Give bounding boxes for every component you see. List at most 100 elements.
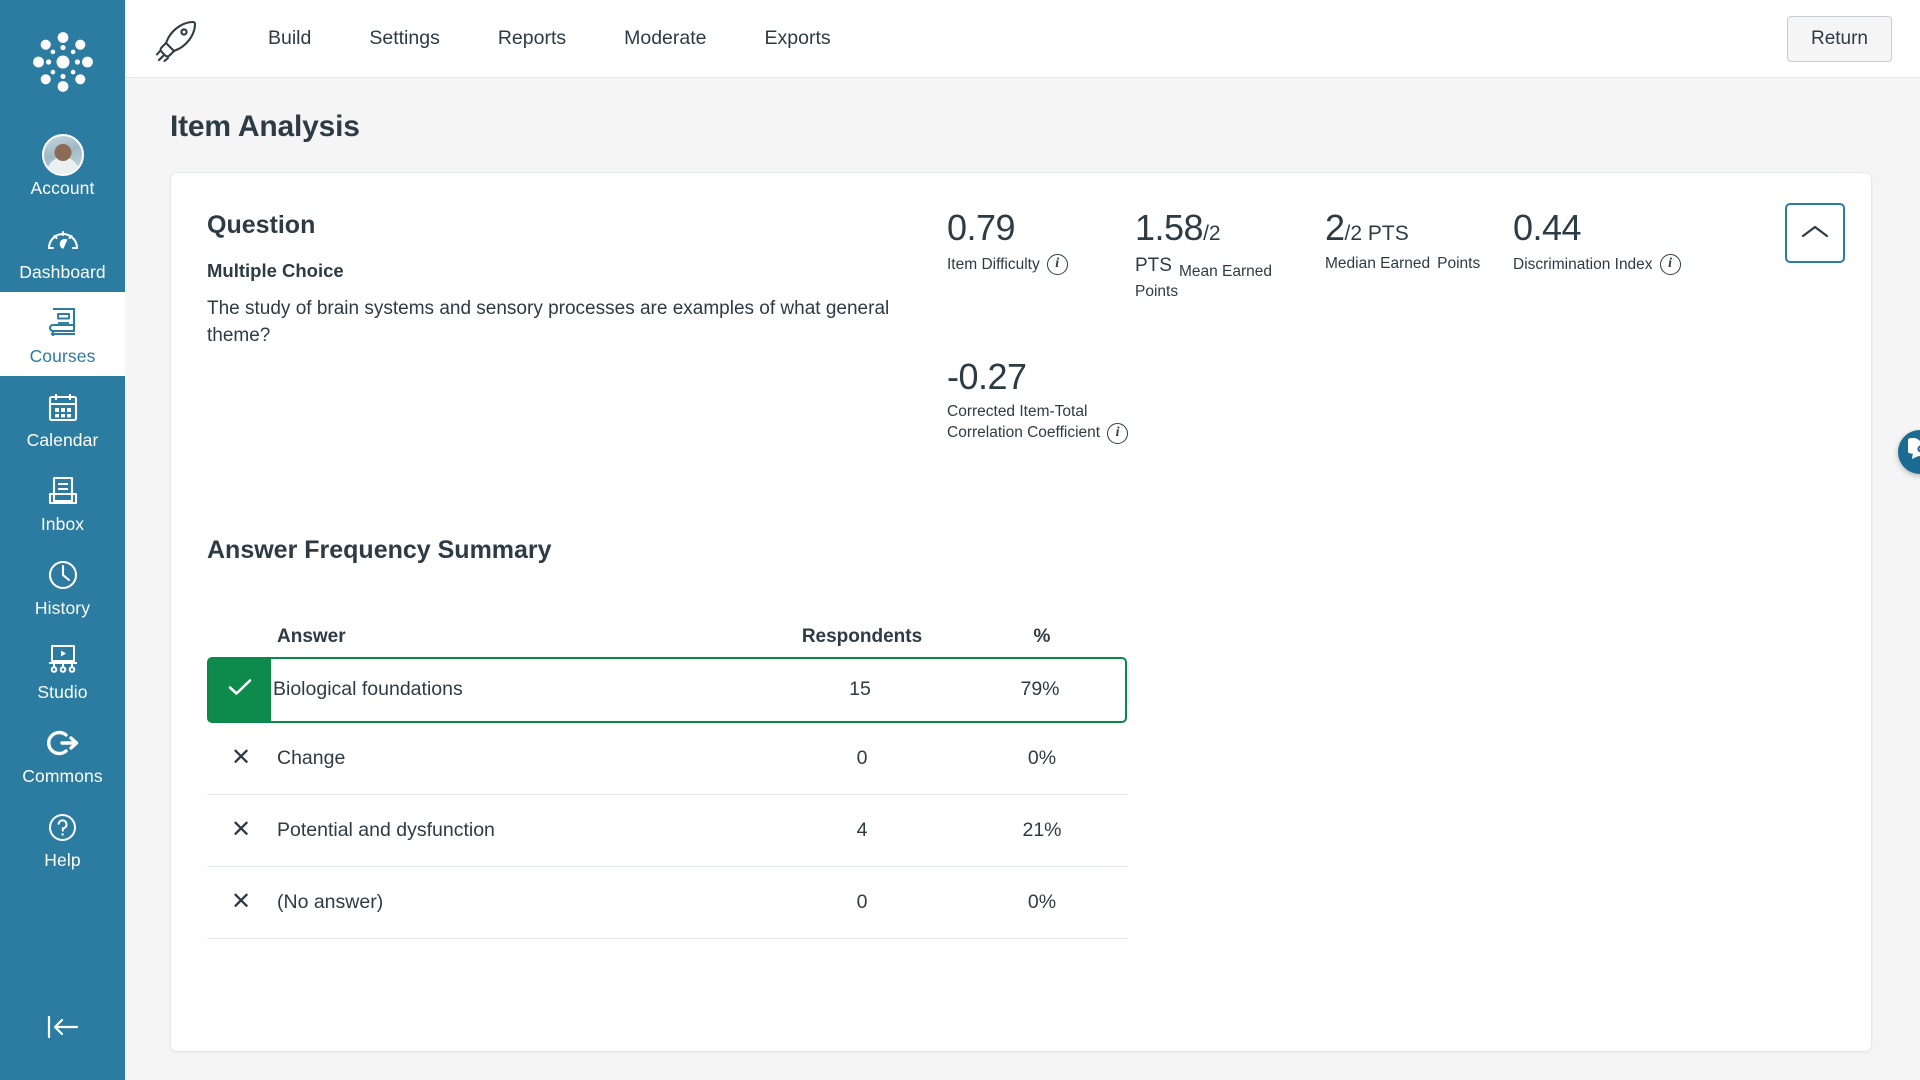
tab-reports[interactable]: Reports	[469, 17, 595, 60]
statistics-row-primary: 0.79 Item Difficulty i 1.58/2 PTS Mean E…	[947, 203, 1845, 303]
stat-value: -0.27	[947, 355, 1027, 397]
tab-exports[interactable]: Exports	[736, 17, 860, 60]
tab-settings[interactable]: Settings	[340, 17, 468, 60]
return-button[interactable]: Return	[1786, 15, 1892, 62]
sidebar-item-inbox[interactable]: Inbox	[0, 460, 125, 544]
x-icon: ✕	[230, 744, 252, 772]
table-header-row: Answer Respondents %	[207, 617, 1127, 657]
question-circle-icon	[47, 807, 78, 847]
avatar-icon	[41, 134, 84, 176]
sidebar-item-account[interactable]: Account	[0, 124, 125, 208]
stat-caption-line: Discrimination Index	[1513, 255, 1653, 273]
sidebar-item-label: Courses	[29, 346, 96, 366]
sidebar-item-label: Inbox	[40, 514, 85, 534]
main-content: Build Settings Reports Moderate Exports …	[125, 0, 1920, 1080]
stat-caption: Discrimination Index i	[1513, 253, 1689, 275]
sidebar-item-label: Dashboard	[19, 262, 106, 282]
table-row[interactable]: ✕ Potential and dysfunction 4 21%	[207, 795, 1127, 867]
tab-moderate[interactable]: Moderate	[595, 17, 735, 60]
global-navigation-sidebar: Account Dashboard Courses Calendar Inbox…	[0, 0, 125, 1080]
correct-answer-marker	[209, 658, 271, 721]
studio-icon	[47, 639, 79, 679]
table-row[interactable]: ✕ (No answer) 0 0%	[207, 867, 1127, 939]
inbox-icon	[48, 471, 78, 511]
answer-text: Change	[277, 746, 346, 769]
statistics-row-secondary: -0.27 Corrected Item-Total Correlation C…	[947, 355, 1845, 444]
stat-mean-earned-points: 1.58/2 PTS Mean Earned Points	[1135, 209, 1325, 303]
table-row[interactable]: ✕ Change 0 0%	[207, 723, 1127, 795]
stat-caption-line: PTS	[1135, 254, 1172, 276]
sidebar-item-studio[interactable]: Studio	[0, 628, 125, 712]
stat-caption-line: Corrected Item-Total	[947, 403, 1088, 421]
sidebar-item-label: Calendar	[26, 430, 99, 450]
chat-bubble-icon	[1903, 437, 1920, 467]
sidebar-item-history[interactable]: History	[0, 544, 125, 628]
statistics-panel: 0.79 Item Difficulty i 1.58/2 PTS Mean E…	[947, 203, 1845, 444]
stat-caption-line: Points	[1135, 283, 1179, 301]
stat-caption: Median Earned Points	[1325, 254, 1489, 274]
calendar-icon	[47, 387, 79, 427]
stat-caption-line: Median Earned	[1325, 254, 1431, 272]
sidebar-item-commons[interactable]: Commons	[0, 712, 125, 796]
question-block: Question Multiple Choice The study of br…	[207, 207, 947, 444]
stat-value: 0.44	[1513, 207, 1582, 248]
collapse-left-arrow-icon	[43, 1013, 83, 1046]
commons-icon	[46, 723, 80, 763]
stat-caption-line: Correlation Coefficient	[947, 424, 1101, 442]
stat-caption: Item Difficulty i	[947, 253, 1111, 275]
info-icon[interactable]: i	[1046, 253, 1068, 275]
support-chat-button[interactable]	[1898, 430, 1920, 474]
stat-discrimination-index: 0.44 Discrimination Index i	[1513, 209, 1713, 303]
stat-value-units: PTS	[1362, 222, 1409, 245]
table-header-answer: Answer	[277, 625, 346, 647]
stat-value-suffix: /2	[1203, 222, 1221, 245]
stat-median-earned-points: 2/2 PTS Median Earned Points	[1325, 209, 1513, 303]
answer-frequency-table: Answer Respondents % Biological foundati…	[207, 617, 1127, 939]
tab-build[interactable]: Build	[239, 17, 340, 60]
canvas-logo-icon[interactable]	[27, 26, 99, 98]
stat-caption-line: Points	[1437, 254, 1481, 272]
sidebar-item-label: Commons	[22, 766, 103, 786]
incorrect-answer-marker: ✕	[207, 746, 275, 770]
stat-corrected-item-total-correlation: -0.27 Corrected Item-Total Correlation C…	[947, 355, 1277, 444]
stat-value-suffix: /2	[1344, 222, 1363, 245]
info-icon[interactable]: i	[1107, 422, 1129, 444]
rocket-icon	[155, 16, 201, 62]
answer-text: (No answer)	[277, 890, 384, 913]
incorrect-answer-marker: ✕	[207, 890, 275, 914]
stat-caption-line: Mean Earned	[1178, 263, 1273, 281]
question-type: Multiple Choice	[207, 260, 344, 281]
respondents-count: 0	[856, 746, 868, 769]
x-icon: ✕	[230, 888, 252, 916]
stat-value: 2/2 PTS	[1325, 207, 1409, 248]
page-title: Item Analysis	[170, 110, 360, 143]
stat-caption-line: Item Difficulty	[947, 255, 1040, 273]
info-icon[interactable]: i	[1659, 253, 1681, 275]
sidebar-item-courses[interactable]: Courses	[0, 292, 125, 376]
sidebar-item-calendar[interactable]: Calendar	[0, 376, 125, 460]
question-text: The study of brain systems and sensory p…	[207, 298, 890, 346]
quiz-tabs: Build Settings Reports Moderate Exports	[239, 17, 860, 60]
sidebar-collapse-button[interactable]	[0, 1013, 125, 1080]
answer-text: Potential and dysfunction	[277, 818, 495, 841]
x-icon: ✕	[230, 816, 252, 844]
stat-caption: Corrected Item-Total Correlation Coeffic…	[947, 402, 1253, 444]
table-header-percent: %	[1033, 625, 1051, 647]
percent-value: 21%	[1022, 818, 1062, 841]
stat-item-difficulty: 0.79 Item Difficulty i	[947, 209, 1135, 303]
answer-frequency-summary-title: Answer Frequency Summary	[207, 535, 552, 564]
question-heading: Question	[207, 211, 316, 239]
quiz-toolbar: Build Settings Reports Moderate Exports …	[125, 0, 1920, 78]
respondents-count: 4	[856, 818, 868, 841]
collapse-question-button[interactable]	[1785, 203, 1845, 263]
sidebar-item-label: Account	[30, 178, 95, 198]
sidebar-item-help[interactable]: Help	[0, 796, 125, 880]
respondents-count: 15	[849, 678, 871, 701]
book-icon	[47, 303, 79, 343]
sidebar-item-label: Help	[44, 850, 81, 870]
sidebar-item-dashboard[interactable]: Dashboard	[0, 208, 125, 292]
gauge-icon	[46, 219, 80, 259]
sidebar-item-label: Studio	[37, 682, 88, 702]
percent-value: 0%	[1027, 746, 1057, 769]
table-row[interactable]: Biological foundations 15 79%	[207, 656, 1127, 723]
